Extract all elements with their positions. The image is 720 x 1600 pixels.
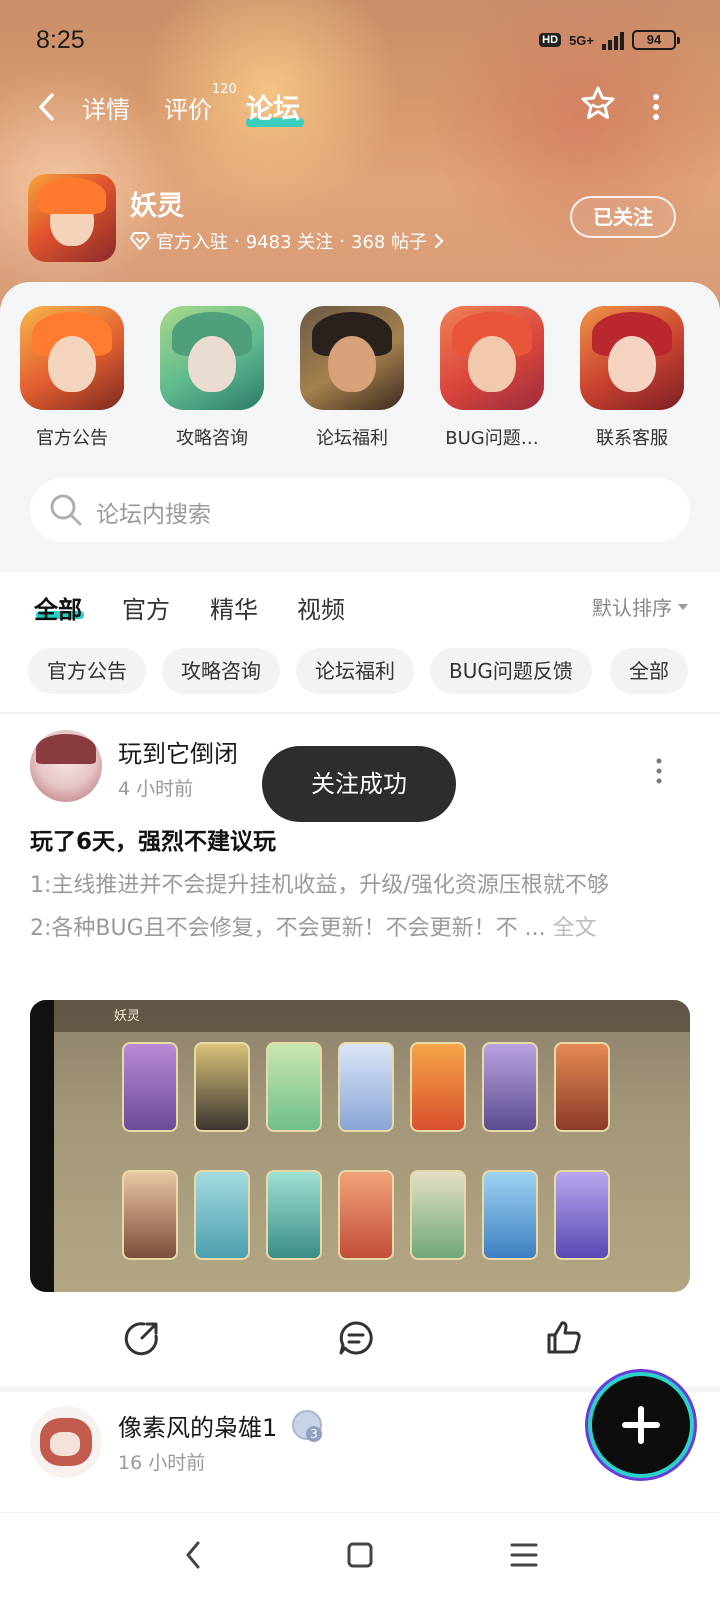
- comment-icon[interactable]: [336, 1318, 376, 1358]
- system-menu-icon[interactable]: [500, 1531, 548, 1579]
- feed-tabs: 全部 官方 精华 视频 默认排序: [0, 572, 720, 646]
- post-actions: [0, 1310, 720, 1370]
- chip-all[interactable]: 全部: [610, 648, 688, 694]
- diamond-icon: [130, 232, 150, 250]
- level-badge-icon: 3: [292, 1410, 322, 1442]
- post-time: 4 小时前: [118, 778, 194, 800]
- hero-card: [122, 1170, 178, 1260]
- hero-card: [338, 1042, 394, 1132]
- section-avatar-icon: [440, 306, 544, 410]
- chip-official-announcements[interactable]: 官方公告: [28, 648, 146, 694]
- network-label: 5G+: [569, 32, 594, 48]
- hero-card: [410, 1170, 466, 1260]
- followers-count: 9483 关注: [245, 232, 334, 253]
- feed-tab-featured[interactable]: 精华: [210, 590, 258, 625]
- share-icon[interactable]: [122, 1318, 162, 1358]
- post-time: 16 小时前: [118, 1452, 206, 1474]
- section-avatar-icon: [580, 306, 684, 410]
- feed-tab-official[interactable]: 官方: [122, 590, 170, 625]
- section-avatar-icon: [300, 306, 404, 410]
- like-icon[interactable]: [544, 1318, 584, 1358]
- section-benefits[interactable]: 论坛福利: [290, 306, 414, 450]
- favorite-star-icon[interactable]: [578, 84, 618, 124]
- chevron-right-icon: [434, 233, 444, 249]
- game-name: 妖灵: [130, 191, 184, 222]
- avatar[interactable]: [30, 730, 102, 802]
- official-label: 官方入驻: [156, 232, 228, 253]
- post-title[interactable]: 玩了6天，强烈不建议玩: [30, 822, 276, 856]
- post-author[interactable]: 玩到它倒闭: [118, 734, 238, 769]
- posts-count: 368 帖子: [351, 232, 428, 253]
- tab-forum[interactable]: 论坛: [246, 87, 300, 126]
- search-icon: [50, 494, 82, 526]
- hero-card: [194, 1170, 250, 1260]
- hero-card: [554, 1170, 610, 1260]
- chip-bug-reports[interactable]: BUG问题反馈: [430, 648, 592, 694]
- caret-down-icon: [678, 603, 688, 610]
- status-bar: 8:25 HD 5G+ 94: [0, 0, 720, 84]
- tab-reviews[interactable]: 评价: [164, 90, 212, 125]
- hero-card: [482, 1042, 538, 1132]
- search-placeholder: 论坛内搜索: [96, 502, 211, 528]
- system-navigation-bar: [0, 1512, 720, 1600]
- hd-icon: HD: [539, 33, 562, 47]
- section-avatar-icon: [160, 306, 264, 410]
- battery-icon: 94: [632, 30, 680, 50]
- sort-label: 默认排序: [592, 596, 672, 620]
- section-bug-reports[interactable]: BUG问题…: [430, 306, 554, 450]
- hero-card: [410, 1042, 466, 1132]
- hero-card: [482, 1170, 538, 1260]
- follow-button[interactable]: 已关注: [570, 196, 676, 238]
- tab-details[interactable]: 详情: [82, 90, 130, 125]
- hero-card: [194, 1042, 250, 1132]
- hero-card: [266, 1170, 322, 1260]
- game-stats[interactable]: 官方入驻 · 9483 关注 · 368 帖子: [130, 228, 445, 254]
- forum-sections: 官方公告 攻略咨询 论坛福利 BUG问题… 联系客服 论坛内搜索: [0, 282, 720, 572]
- avatar[interactable]: [30, 1406, 102, 1478]
- sort-dropdown[interactable]: 默认排序: [592, 592, 688, 621]
- section-official-announcements[interactable]: 官方公告: [10, 306, 134, 450]
- section-guides[interactable]: 攻略咨询: [150, 306, 274, 450]
- back-arrow-icon[interactable]: [32, 90, 62, 124]
- post-image[interactable]: 妖灵: [30, 1000, 690, 1292]
- full-text-link[interactable]: 全文: [553, 916, 597, 941]
- create-post-button[interactable]: [592, 1376, 690, 1474]
- signal-icon: [602, 30, 624, 50]
- post-excerpt[interactable]: 1:主线推进并不会提升挂机收益，升级/强化资源压根就不够 2:各种BUG且不会修…: [30, 864, 690, 950]
- top-navigation: 详情 评价 120 论坛: [0, 80, 720, 136]
- hero-card: [266, 1042, 322, 1132]
- post-author[interactable]: 像素风的枭雄1: [118, 1408, 277, 1443]
- review-count-badge: 120: [212, 82, 237, 97]
- feed-tab-all[interactable]: 全部: [34, 590, 82, 625]
- category-chips: 官方公告 攻略咨询 论坛福利 BUG问题反馈 全部: [0, 646, 720, 712]
- hero-card: [122, 1042, 178, 1132]
- chip-benefits[interactable]: 论坛福利: [296, 648, 414, 694]
- section-customer-service[interactable]: 联系客服: [570, 306, 694, 450]
- system-home-icon[interactable]: [336, 1531, 384, 1579]
- toast-message: 关注成功: [262, 746, 456, 822]
- forum-search-input[interactable]: 论坛内搜索: [30, 478, 690, 542]
- image-caption: 妖灵: [114, 1009, 141, 1024]
- chip-guides[interactable]: 攻略咨询: [162, 648, 280, 694]
- post-more-icon[interactable]: [654, 756, 664, 786]
- game-info: 妖灵 官方入驻 · 9483 关注 · 368 帖子 已关注: [28, 174, 698, 264]
- hero-card: [338, 1170, 394, 1260]
- system-back-icon[interactable]: [170, 1531, 218, 1579]
- feed-tab-video[interactable]: 视频: [297, 590, 345, 625]
- game-icon[interactable]: [28, 174, 116, 262]
- more-menu-icon[interactable]: [646, 90, 666, 124]
- game-banner: 8:25 HD 5G+ 94 详情 评价 120 论坛 妖灵 官方入驻 · 94…: [0, 0, 720, 310]
- status-time: 8:25: [36, 26, 85, 54]
- hero-card: [554, 1042, 610, 1132]
- section-avatar-icon: [20, 306, 124, 410]
